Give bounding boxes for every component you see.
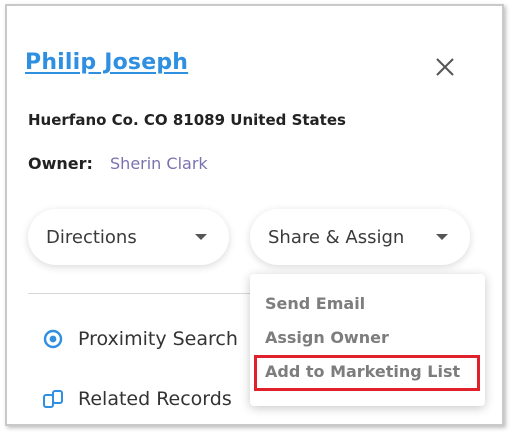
divider — [28, 293, 250, 294]
proximity-search-item[interactable]: Proximity Search — [42, 328, 238, 350]
menu-item-assign-owner[interactable]: Assign Owner — [265, 328, 389, 347]
contact-address: Huerfano Co. CO 81089 United States — [28, 111, 346, 129]
close-icon — [436, 58, 454, 76]
chevron-down-icon — [436, 234, 448, 240]
share-assign-menu: Send Email Assign Owner Add to Marketing… — [250, 274, 485, 406]
contact-card: Philip Joseph Huerfano Co. CO 81089 Unit… — [7, 6, 502, 424]
target-icon — [43, 329, 63, 349]
directions-dropdown-button[interactable]: Directions — [28, 209, 229, 265]
linked-records-icon — [43, 390, 63, 408]
proximity-search-label: Proximity Search — [78, 328, 238, 350]
menu-item-send-email[interactable]: Send Email — [265, 294, 365, 313]
owner-row: Owner: Sherin Clark — [28, 154, 208, 173]
contact-name-link[interactable]: Philip Joseph — [25, 50, 188, 75]
close-button[interactable] — [432, 54, 458, 80]
screenshot-frame: Philip Joseph Huerfano Co. CO 81089 Unit… — [5, 4, 504, 426]
owner-label: Owner: — [28, 154, 93, 173]
menu-item-add-to-marketing-list[interactable]: Add to Marketing List — [265, 362, 460, 381]
share-assign-dropdown-button[interactable]: Share & Assign — [250, 209, 470, 265]
directions-label: Directions — [46, 226, 137, 248]
related-records-label: Related Records — [78, 388, 232, 410]
related-records-item[interactable]: Related Records — [42, 388, 232, 410]
owner-name-link[interactable]: Sherin Clark — [110, 154, 208, 173]
chevron-down-icon — [195, 234, 207, 240]
share-assign-label: Share & Assign — [268, 226, 405, 248]
